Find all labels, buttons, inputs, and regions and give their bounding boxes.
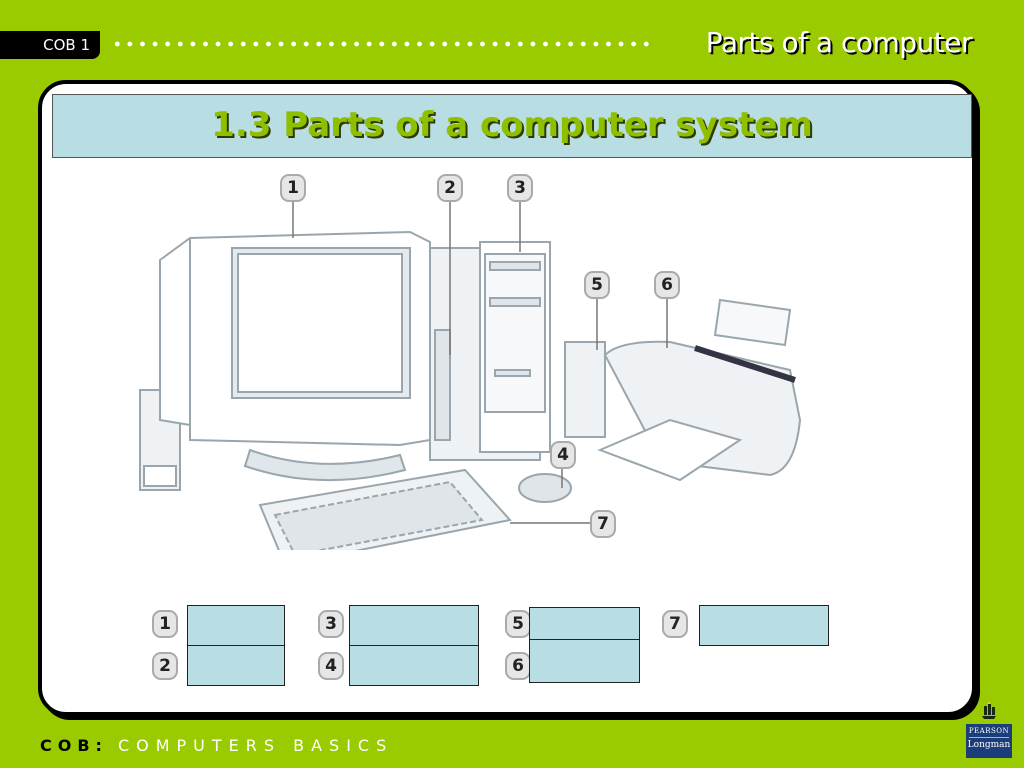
answer-label-4: 4 (318, 652, 344, 680)
answer-box-6[interactable] (529, 639, 640, 683)
answer-label-2: 2 (152, 652, 178, 680)
footer-course-code: COB: (40, 736, 108, 755)
pearson-longman-badge: PEARSON Longman (966, 724, 1012, 758)
computer-system-illustration (139, 198, 802, 550)
publisher-line2: Longman (967, 740, 1011, 750)
publisher-line1: PEARSON (968, 727, 1010, 735)
answer-box-7[interactable] (699, 605, 829, 646)
footer: COB: COMPUTERS BASICS (40, 736, 393, 755)
keyboard-drawing (258, 468, 512, 550)
answer-box-1[interactable] (187, 605, 285, 646)
system-unit-drawing (429, 241, 551, 461)
answer-box-2[interactable] (187, 645, 285, 686)
callout-6: 6 (654, 271, 680, 299)
answer-box-3[interactable] (349, 605, 479, 646)
footer-course-name: COMPUTERS BASICS (117, 736, 394, 755)
mouse-drawing (518, 473, 572, 503)
answer-box-5[interactable] (529, 607, 640, 640)
slide-title: Parts of a computer (705, 26, 973, 59)
ship-icon (982, 702, 996, 719)
answer-label-6: 6 (505, 652, 531, 680)
publisher-divider (969, 737, 1009, 738)
section-heading: 1.3 Parts of a computer system (211, 105, 813, 145)
dotted-divider (111, 38, 651, 50)
callout-3: 3 (507, 174, 533, 202)
answer-label-1: 1 (152, 610, 178, 638)
answer-box-4[interactable] (349, 645, 479, 686)
callout-2: 2 (437, 174, 463, 202)
monitor-drawing (159, 230, 431, 482)
callout-1: 1 (280, 174, 306, 202)
right-speaker-drawing (564, 341, 606, 438)
answer-label-5: 5 (505, 610, 531, 638)
course-tag: COB 1 (0, 31, 100, 59)
section-heading-band: 1.3 Parts of a computer system (52, 94, 972, 158)
publisher-logo: PEARSON Longman (966, 702, 1012, 758)
answer-label-7: 7 (662, 610, 688, 638)
callout-5: 5 (584, 271, 610, 299)
callout-4: 4 (550, 441, 576, 469)
printer-drawing (597, 298, 802, 482)
callout-7: 7 (590, 510, 616, 538)
answer-label-3: 3 (318, 610, 344, 638)
